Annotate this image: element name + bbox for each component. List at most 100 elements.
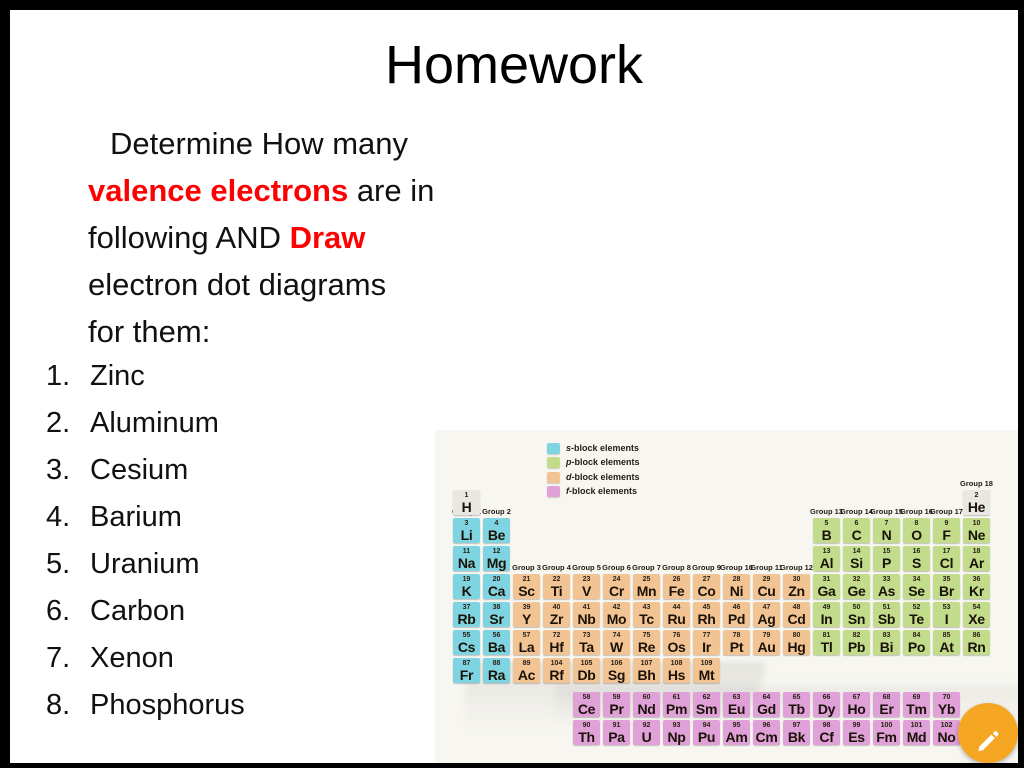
element-cell-u: 92 U [633, 720, 660, 745]
element-symbol: Ge [847, 583, 866, 599]
group-label-4: Group 4 [542, 563, 571, 572]
element-cell-b: 5B [813, 518, 840, 543]
pencil-icon [978, 731, 999, 752]
element-symbol: Th [578, 729, 595, 745]
element-symbol: Bh [637, 667, 656, 683]
element-cell-fr: 87 Fr [453, 658, 480, 683]
element-cell-sb: 51 Sb [873, 602, 900, 627]
element-cell-ru: 44 Ru [663, 602, 690, 627]
legend-label: p-block elements [566, 457, 640, 467]
legend-label: s-block elements [566, 442, 640, 453]
element-cell-th: 90 Th [573, 720, 600, 745]
element-cell-sr: 38 Sr [483, 602, 510, 627]
element-cell-ba: 56 Ba [483, 630, 510, 655]
element-cell-la: 57 La [513, 630, 540, 655]
legend-block-letter: p [566, 457, 572, 467]
element-symbol: W [610, 639, 623, 655]
legend-row: p-block elements [547, 457, 640, 469]
group-label-17: Group 17 [930, 507, 963, 516]
element-cell-zr: 40 Zr [543, 602, 570, 627]
element-cell-in: 49 In [813, 602, 840, 627]
element-cell-sn: 50 Sn [843, 602, 870, 627]
element-symbol: F [942, 527, 951, 543]
paragraph-line-2: are in [348, 173, 435, 208]
paragraph-line-1: Determine How many [110, 126, 409, 161]
element-cell-rb: 37 Rb [453, 602, 480, 627]
group-label-9: Group 9 [692, 563, 721, 572]
element-cell-rh: 45 Rh [693, 602, 720, 627]
element-cell-hf: 72 Hf [543, 630, 570, 655]
paragraph-highlight-valence: valence electrons [88, 173, 349, 208]
element-cell-ar: 18 Ar [963, 546, 990, 571]
list-item-number: 4. [46, 501, 71, 533]
element-symbol: Eu [727, 701, 746, 717]
element-symbol: Po [907, 639, 926, 655]
element-cell-sg: 106 Sg [603, 658, 630, 683]
element-cell-eu: 63 Eu [723, 692, 750, 717]
instruction-paragraph: Determine How many valence electrons are… [88, 120, 508, 355]
element-symbol: P [881, 555, 892, 571]
element-symbol: Ga [817, 583, 836, 599]
element-cell-gd: 64 Gd [753, 692, 780, 717]
element-symbol: Cl [939, 555, 954, 571]
legend-swatch-p-block [547, 457, 560, 468]
element-cell-re: 75 Re [633, 630, 660, 655]
element-symbol: Re [637, 639, 656, 655]
element-symbol: Mg [486, 555, 507, 571]
element-cell-ta: 73 Ta [573, 630, 600, 655]
group-label-14: Group 14 [840, 507, 873, 516]
element-symbol: Kr [969, 583, 984, 599]
element-symbol: Ca [487, 583, 506, 599]
element-symbol: Co [697, 583, 716, 599]
element-symbol: S [911, 555, 922, 571]
list-item-number: 3. [46, 454, 71, 486]
element-symbol: Pt [729, 639, 744, 655]
element-symbol: Sn [847, 611, 866, 627]
element-symbol: Ce [577, 701, 596, 717]
element-symbol: Cm [755, 729, 778, 745]
element-symbol: Pa [608, 729, 625, 745]
list-item-number: 5. [46, 548, 71, 580]
element-symbol: Te [909, 611, 924, 627]
element-cell-db: 105 Db [573, 658, 600, 683]
element-symbol: K [461, 583, 472, 599]
group-label-13: Group 13 [810, 507, 843, 516]
legend-row: s-block elements [547, 442, 640, 454]
element-cell-tm: 69 Tm [903, 692, 930, 717]
group-label-11: Group 11 [750, 563, 783, 572]
element-symbol: Ac [517, 667, 536, 683]
edit-fab-button[interactable] [958, 703, 1018, 763]
element-symbol: Np [667, 729, 686, 745]
page-title: Homework [384, 35, 644, 95]
paragraph-line-3: following AND [88, 220, 290, 255]
element-symbol: Tl [820, 639, 833, 655]
element-symbol: Dy [817, 701, 836, 717]
element-cell-pd: 46 Pd [723, 602, 750, 627]
element-cell-pt: 78 Pt [723, 630, 750, 655]
element-symbol: H [461, 499, 472, 515]
element-cell-ge: 32 Ge [843, 574, 870, 599]
element-symbol: Tm [906, 701, 927, 717]
list-item-label: Aluminum [90, 407, 219, 439]
element-cell-k: 19 K [453, 574, 480, 599]
element-symbol: Br [939, 583, 954, 599]
legend-row: f-block elements [547, 486, 640, 498]
list-item: 4. Barium [38, 501, 438, 548]
slide-canvas: Homework Determine How many valence elec… [10, 10, 1018, 763]
element-symbol: Sr [489, 611, 504, 627]
element-symbol: Bi [879, 639, 894, 655]
list-item: 1. Zinc [38, 360, 438, 407]
element-cell-ra: 88 Ra [483, 658, 510, 683]
element-symbol: At [939, 639, 954, 655]
legend-row: d-block elements [547, 471, 640, 483]
list-item-number: 8. [46, 689, 71, 721]
element-cell-ag: 47 Ag [753, 602, 780, 627]
element-symbol: Yb [937, 701, 956, 717]
element-symbol: Cd [787, 611, 806, 627]
group-label-6: Group 6 [602, 563, 631, 572]
element-symbol: Pr [609, 701, 624, 717]
element-symbol: Rn [967, 639, 986, 655]
element-cell-cs: 55 Cs [453, 630, 480, 655]
element-symbol: V [581, 583, 592, 599]
element-symbol: Cr [609, 583, 624, 599]
